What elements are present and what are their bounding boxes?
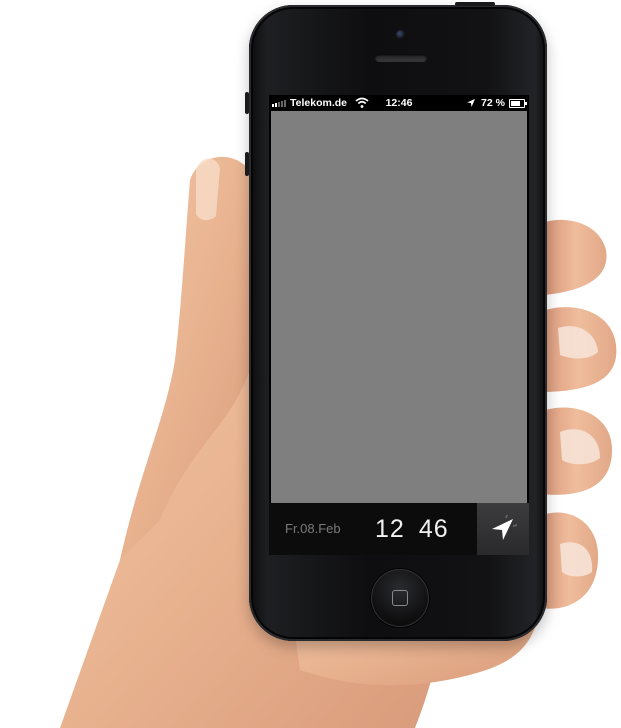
battery-icon [509,99,527,108]
battery-percentage: 72 % [481,97,505,109]
earpiece-speaker [375,54,427,62]
home-button[interactable] [371,569,429,627]
mute-switch[interactable] [245,92,249,114]
clock-minutes: 46 [418,515,449,543]
navigation-button[interactable] [477,503,529,555]
bottom-bar: Fr.08.Feb 12 46 [269,503,529,555]
sleep-button[interactable] [455,2,495,6]
phone-screen: Telekom.de 12:46 72 % Fr.08.Feb 12 46 [269,95,529,555]
clock-display: 12 46 [375,515,449,544]
status-bar: Telekom.de 12:46 72 % [269,95,529,111]
navigation-arrow-icon [492,515,517,540]
volume-up-button[interactable] [245,152,249,176]
home-square-icon [392,590,408,606]
front-camera [396,30,405,39]
date-label: Fr.08.Feb [285,521,341,536]
location-services-icon [467,99,475,107]
screen-content-placeholder[interactable] [271,111,527,503]
clock-hours: 12 [375,515,405,543]
